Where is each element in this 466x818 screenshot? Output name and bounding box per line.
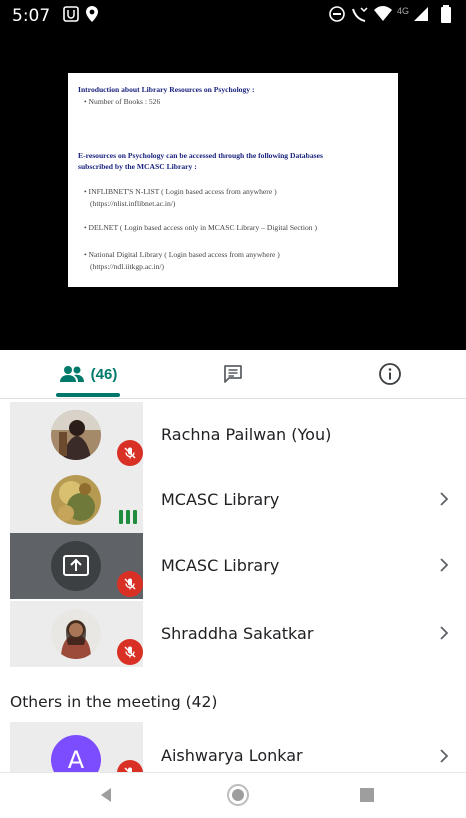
- present-screen-icon: [63, 555, 89, 576]
- notification-icon: [63, 6, 79, 22]
- signal-icon: [414, 7, 428, 21]
- participant-thumbnail: [10, 601, 143, 667]
- chevron-right-icon: [440, 558, 449, 572]
- slide-item-3b: (https://ndl.iitkgp.ac.in/): [90, 262, 165, 271]
- participant-row[interactable]: MCASC Library: [10, 467, 466, 533]
- system-nav-bar: [0, 772, 466, 818]
- chat-icon: [224, 365, 242, 383]
- slide-heading: Introduction about Library Resources on …: [78, 85, 255, 94]
- mic-off-icon: [124, 447, 136, 459]
- location-icon: [86, 6, 98, 22]
- mic-off-badge: [117, 760, 143, 772]
- participant-thumbnail: [10, 467, 143, 533]
- chevron-right-icon: [440, 492, 449, 506]
- participant-name: MCASC Library: [161, 490, 280, 509]
- network-type: 4G: [397, 6, 410, 16]
- others-section-title: Others in the meeting (42): [10, 693, 218, 711]
- participant-thumbnail: A: [10, 722, 143, 772]
- slide-item-1a: • INFLIBNET'S N-LIST ( Login based acces…: [84, 187, 277, 196]
- participant-name: Shraddha Sakatkar: [161, 624, 314, 643]
- info-icon: [379, 363, 401, 385]
- tab-chat[interactable]: [205, 350, 261, 398]
- status-time: 5:07: [12, 6, 51, 26]
- wifi-call-icon: [352, 7, 368, 22]
- people-count: (46): [90, 365, 118, 383]
- mic-off-badge: [117, 639, 143, 665]
- tab-people[interactable]: (46): [40, 350, 136, 398]
- active-tab-indicator: [56, 393, 120, 397]
- participant-thumbnail: [10, 402, 143, 468]
- shared-slide: Introduction about Library Resources on …: [68, 73, 398, 287]
- do-not-disturb-icon: [329, 6, 345, 22]
- avatar: [51, 541, 101, 591]
- mic-off-badge: [117, 440, 143, 466]
- participant-row[interactable]: A Aishwarya Lonkar: [10, 722, 466, 772]
- chevron-right-icon: [440, 626, 449, 640]
- mic-off-icon: [124, 578, 136, 590]
- participant-thumbnail: [10, 533, 143, 599]
- chevron-right-icon: [440, 749, 449, 763]
- participant-name: Rachna Pailwan (You): [161, 425, 332, 444]
- avatar: [51, 609, 101, 659]
- participant-row: Rachna Pailwan (You): [10, 402, 466, 468]
- participant-row[interactable]: MCASC Library: [10, 533, 466, 599]
- people-icon: [59, 366, 84, 382]
- slide-eresources-2: subscribed by the MCASC Library :: [78, 162, 197, 171]
- slide-books: • Number of Books : 526: [84, 97, 161, 106]
- avatar-initial: A: [67, 746, 85, 772]
- avatar: [51, 475, 101, 525]
- slide-item-1b: (https://nlist.inflibnet.ac.in/): [90, 199, 176, 208]
- slide-eresources-1: E-resources on Psychology can be accesse…: [78, 151, 323, 160]
- tab-info[interactable]: [362, 350, 418, 398]
- status-bar: 5:07 4G: [0, 0, 466, 28]
- avatar: [51, 410, 101, 460]
- participant-name: MCASC Library: [161, 556, 280, 575]
- speaking-indicator-icon: [119, 510, 137, 524]
- back-icon[interactable]: [98, 787, 114, 803]
- mic-off-badge: [117, 571, 143, 597]
- participant-name: Aishwarya Lonkar: [161, 746, 303, 765]
- tab-bar: (46): [0, 350, 466, 399]
- mic-off-icon: [124, 646, 136, 658]
- slide-item-2: • DELNET ( Login based access only in MC…: [84, 223, 318, 232]
- battery-icon: [441, 5, 451, 23]
- slide-item-3a: • National Digital Library ( Login based…: [84, 250, 280, 259]
- presentation-view[interactable]: Introduction about Library Resources on …: [0, 28, 466, 350]
- home-icon[interactable]: [226, 783, 250, 807]
- recents-icon[interactable]: [360, 788, 374, 802]
- avatar: A: [51, 735, 101, 772]
- wifi-icon: [374, 6, 392, 21]
- participant-row[interactable]: Shraddha Sakatkar: [10, 601, 466, 667]
